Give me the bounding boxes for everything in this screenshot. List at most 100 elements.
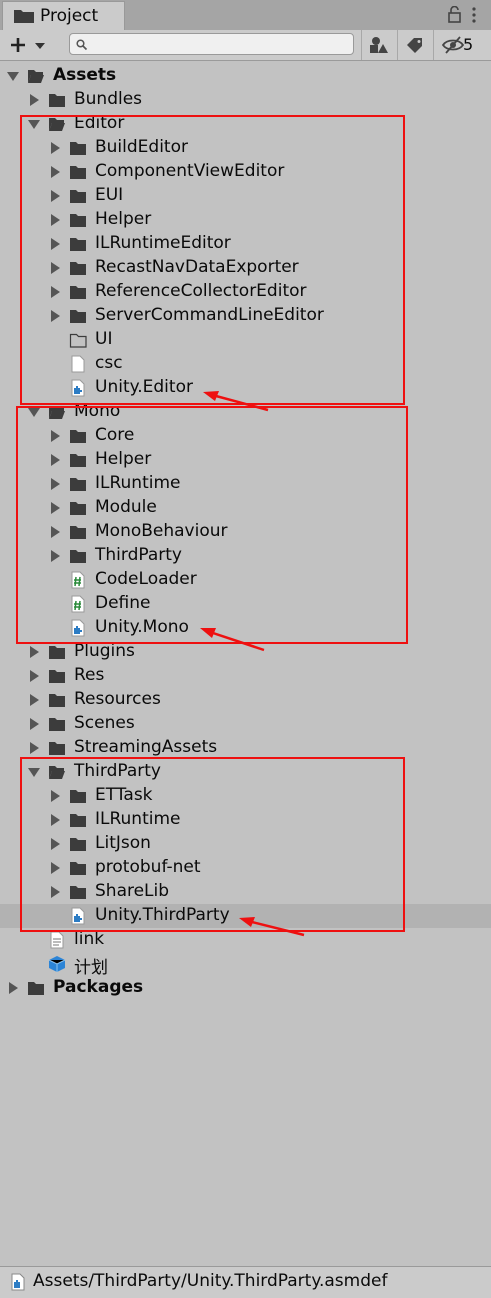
tree-item[interactable]: Assets	[0, 64, 491, 88]
tree-item[interactable]: Resources	[0, 688, 491, 712]
assembly-definition-icon	[71, 907, 85, 925]
tree-item[interactable]: ShareLib	[0, 880, 491, 904]
tree-item[interactable]: Unity.Mono	[0, 616, 491, 640]
tree-item[interactable]: link	[0, 928, 491, 952]
tree-item[interactable]: csc	[0, 352, 491, 376]
expand-arrow-closed-icon[interactable]	[49, 550, 61, 562]
tree-item-label: BuildEditor	[95, 137, 188, 157]
expand-arrow-closed-icon[interactable]	[28, 742, 40, 754]
tree-item[interactable]: EUI	[0, 184, 491, 208]
search-by-type-button[interactable]	[361, 30, 394, 60]
expand-arrow-closed-icon[interactable]	[49, 238, 61, 250]
tree-item-label: ILRuntime	[95, 809, 181, 829]
status-bar: Assets/ThirdParty/Unity.ThirdParty.asmde…	[0, 1266, 491, 1298]
tree-item[interactable]: ThirdParty	[0, 760, 491, 784]
tree-item[interactable]: Unity.ThirdParty	[0, 904, 491, 928]
lock-icon[interactable]	[448, 6, 461, 23]
tree-item[interactable]: BuildEditor	[0, 136, 491, 160]
expand-arrow-closed-icon[interactable]	[28, 94, 40, 106]
expand-arrow-closed-icon[interactable]	[28, 646, 40, 658]
search-by-label-button[interactable]	[397, 30, 430, 60]
tree-item[interactable]: Core	[0, 424, 491, 448]
expand-arrow-closed-icon[interactable]	[49, 142, 61, 154]
tree-item[interactable]: Helper	[0, 448, 491, 472]
expand-arrow-open-icon[interactable]	[28, 766, 40, 778]
tree-item[interactable]: Bundles	[0, 88, 491, 112]
create-dropdown-button[interactable]	[7, 33, 53, 57]
tree-item[interactable]: 计划	[0, 952, 491, 978]
expand-arrow-closed-icon[interactable]	[28, 718, 40, 730]
expand-arrow-closed-icon[interactable]	[49, 190, 61, 202]
tree-item-label: LitJson	[95, 833, 151, 853]
tree-item-label: ReferenceCollectorEditor	[95, 281, 307, 301]
expand-arrow-closed-icon[interactable]	[49, 838, 61, 850]
tree-item[interactable]: ILRuntimeEditor	[0, 232, 491, 256]
folder-icon	[49, 670, 65, 683]
expand-arrow-closed-icon[interactable]	[49, 286, 61, 298]
tree-item[interactable]: ComponentViewEditor	[0, 160, 491, 184]
tree-item[interactable]: ILRuntime	[0, 808, 491, 832]
expand-arrow-closed-icon[interactable]	[49, 814, 61, 826]
tree-item[interactable]: protobuf-net	[0, 856, 491, 880]
tree-item-label: Resources	[74, 689, 161, 709]
folder-icon	[70, 214, 86, 227]
tree-item[interactable]: ILRuntime	[0, 472, 491, 496]
tree-item[interactable]: LitJson	[0, 832, 491, 856]
tree-item[interactable]: UI	[0, 328, 491, 352]
expand-arrow-closed-icon[interactable]	[49, 454, 61, 466]
search-icon	[76, 39, 88, 51]
folder-open-icon	[28, 70, 44, 83]
tree-item[interactable]: Define	[0, 592, 491, 616]
folder-icon	[70, 838, 86, 851]
hidden-packages-toggle[interactable]: 5	[433, 30, 491, 60]
tree-item[interactable]: RecastNavDataExporter	[0, 256, 491, 280]
tree-item[interactable]: Editor	[0, 112, 491, 136]
tree-item[interactable]: ETTask	[0, 784, 491, 808]
more-options-icon[interactable]	[472, 7, 476, 23]
expand-arrow-open-icon[interactable]	[7, 70, 19, 82]
tree-item[interactable]: Res	[0, 664, 491, 688]
expand-arrow-closed-icon[interactable]	[49, 478, 61, 490]
tree-item[interactable]: ReferenceCollectorEditor	[0, 280, 491, 304]
expand-arrow-open-icon[interactable]	[28, 118, 40, 130]
tab-project[interactable]: Project	[2, 1, 125, 30]
tree-item[interactable]: MonoBehaviour	[0, 520, 491, 544]
expand-arrow-closed-icon[interactable]	[28, 670, 40, 682]
folder-icon	[49, 742, 65, 755]
expand-arrow-open-icon[interactable]	[28, 406, 40, 418]
expand-arrow-closed-icon[interactable]	[49, 310, 61, 322]
tree-item[interactable]: ThirdParty	[0, 544, 491, 568]
expand-arrow-closed-icon[interactable]	[49, 502, 61, 514]
tree-item[interactable]: Packages	[0, 976, 491, 1000]
expand-arrow-closed-icon[interactable]	[49, 862, 61, 874]
tree-item[interactable]: Helper	[0, 208, 491, 232]
assembly-definition-icon	[71, 619, 85, 637]
tree-item[interactable]: Module	[0, 496, 491, 520]
search-input[interactable]	[69, 33, 354, 55]
folder-icon	[49, 94, 65, 107]
tree-item[interactable]: Scenes	[0, 712, 491, 736]
expand-arrow-closed-icon[interactable]	[28, 694, 40, 706]
tree-item[interactable]: CodeLoader	[0, 568, 491, 592]
tree-item[interactable]: Plugins	[0, 640, 491, 664]
expand-arrow-closed-icon[interactable]	[49, 430, 61, 442]
tree-item[interactable]: StreamingAssets	[0, 736, 491, 760]
expand-arrow-closed-icon[interactable]	[49, 214, 61, 226]
expand-arrow-closed-icon[interactable]	[49, 526, 61, 538]
expand-arrow-closed-icon[interactable]	[49, 886, 61, 898]
tree-item-label: Bundles	[74, 89, 143, 109]
tree-item[interactable]: Mono	[0, 400, 491, 424]
tree-item-label: Scenes	[74, 713, 135, 733]
expand-arrow-closed-icon[interactable]	[49, 166, 61, 178]
csharp-script-icon	[71, 595, 85, 613]
tree-item-label: ILRuntimeEditor	[95, 233, 231, 253]
expand-arrow-closed-icon[interactable]	[7, 982, 19, 994]
folder-icon	[70, 814, 86, 827]
folder-icon	[70, 502, 86, 515]
expand-arrow-closed-icon[interactable]	[49, 790, 61, 802]
expand-arrow-closed-icon[interactable]	[49, 262, 61, 274]
tree-item[interactable]: ServerCommandLineEditor	[0, 304, 491, 328]
folder-open-icon	[49, 118, 65, 131]
folder-icon	[70, 142, 86, 155]
tree-item[interactable]: Unity.Editor	[0, 376, 491, 400]
